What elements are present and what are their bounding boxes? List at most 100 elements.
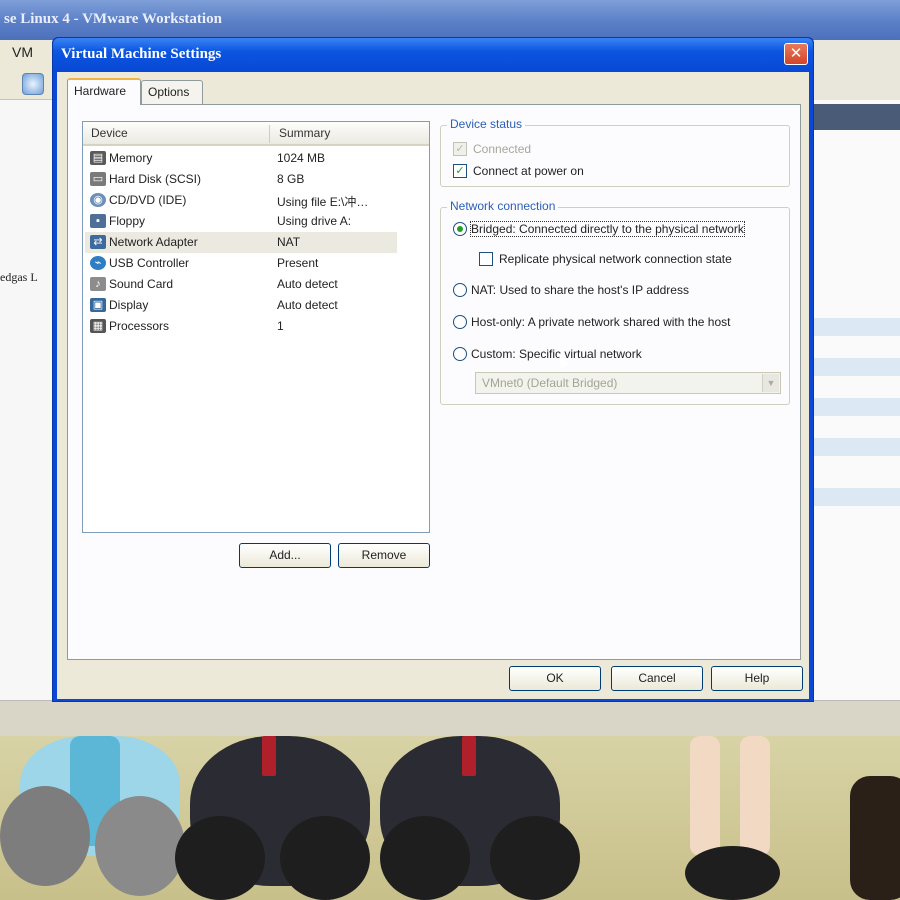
memory-icon: ▤ <box>90 151 106 165</box>
close-button[interactable]: ✕ <box>784 43 808 65</box>
connect-at-power-on-label: Connect at power on <box>473 164 584 178</box>
connect-at-power-on-checkbox[interactable]: ✓ <box>453 164 467 178</box>
vm-settings-dialog: Virtual Machine Settings ✕ Hardware Opti… <box>52 37 814 702</box>
remove-button[interactable]: Remove <box>338 543 430 568</box>
nat-label[interactable]: NAT: Used to share the host's IP address <box>471 283 689 297</box>
device-summary: Using file E:\冲… <box>277 195 369 209</box>
close-icon: ✕ <box>789 45 803 62</box>
background-row <box>812 398 900 416</box>
menu-vm[interactable]: VM <box>12 44 33 60</box>
replicate-state-label: Replicate physical network connection st… <box>499 252 732 266</box>
bridged-label[interactable]: Bridged: Connected directly to the physi… <box>470 221 745 237</box>
dialog-title: Virtual Machine Settings <box>61 46 222 62</box>
floppy-icon: ▪ <box>90 214 106 228</box>
device-name: Network Adapter <box>109 235 198 249</box>
ok-button-label: OK <box>546 671 564 685</box>
device-summary: Present <box>277 256 319 270</box>
device-summary: Auto detect <box>277 298 338 312</box>
host-only-radio[interactable] <box>453 315 467 329</box>
desktop-wallpaper <box>0 736 900 900</box>
background-sidebar: edgas L <box>0 100 55 700</box>
device-status-group: Device status ✓ Connected ✓ Connect at p… <box>440 117 790 187</box>
dialog-title-bar[interactable]: Virtual Machine Settings ✕ <box>53 38 813 72</box>
background-row <box>812 438 900 456</box>
column-header-device[interactable]: Device <box>91 126 128 140</box>
tab-options[interactable]: Options <box>141 80 203 104</box>
cd-dvd-icon: ◉ <box>90 193 106 207</box>
network-adapter-icon: ⇄ <box>90 235 106 249</box>
custom-network-select[interactable]: VMnet0 (Default Bridged) ▼ <box>475 372 781 394</box>
background-content-header <box>812 104 900 130</box>
cancel-button-label: Cancel <box>638 671 676 685</box>
device-name: CD/DVD (IDE) <box>109 193 187 207</box>
device-status-title: Device status <box>447 117 526 131</box>
background-title-bar: se Linux 4 - VMware Workstation <box>0 0 900 40</box>
nat-radio[interactable] <box>453 283 467 297</box>
device-row-processors[interactable]: ▦ Processors 1 <box>85 316 397 337</box>
column-header-summary[interactable]: Summary <box>279 126 330 140</box>
device-list[interactable]: Device Summary ▤ Memory 1024 MB ▭ Hard D… <box>82 121 430 533</box>
column-divider[interactable] <box>269 125 270 143</box>
custom-radio[interactable] <box>453 347 467 361</box>
device-row-floppy[interactable]: ▪ Floppy Using drive A: <box>85 211 397 232</box>
device-row-sound-card[interactable]: ♪ Sound Card Auto detect <box>85 274 397 295</box>
background-row <box>812 488 900 506</box>
processor-icon: ▦ <box>90 319 106 333</box>
connected-checkbox[interactable]: ✓ <box>453 142 467 156</box>
host-only-label[interactable]: Host-only: A private network shared with… <box>471 315 730 329</box>
sidebar-item[interactable]: edgas L <box>0 270 38 285</box>
device-row-cd-dvd[interactable]: ◉ CD/DVD (IDE) Using file E:\冲… <box>85 190 397 211</box>
tab-label: Hardware <box>74 84 127 98</box>
background-menu-bar: VM <box>0 40 60 68</box>
ok-button[interactable]: OK <box>509 666 601 691</box>
network-connection-title: Network connection <box>447 199 559 213</box>
add-button-label: Add... <box>269 548 301 562</box>
hardware-panel: Device Summary ▤ Memory 1024 MB ▭ Hard D… <box>67 104 801 660</box>
device-row-memory[interactable]: ▤ Memory 1024 MB <box>85 148 397 169</box>
dialog-body: Hardware Options Device Summary ▤ Memory… <box>57 72 809 699</box>
device-list-header: Device Summary <box>83 122 429 146</box>
power-icon[interactable] <box>22 73 44 95</box>
replicate-state-checkbox[interactable] <box>479 252 493 266</box>
device-summary: Auto detect <box>277 277 338 291</box>
device-name: Processors <box>109 319 170 333</box>
display-icon: ▣ <box>90 298 106 312</box>
remove-button-label: Remove <box>361 548 407 562</box>
device-name: USB Controller <box>109 256 190 270</box>
help-button[interactable]: Help <box>711 666 803 691</box>
sound-card-icon: ♪ <box>90 277 106 291</box>
background-status-bar <box>0 700 900 736</box>
device-row-hard-disk[interactable]: ▭ Hard Disk (SCSI) 8 GB <box>85 169 397 190</box>
device-row-network-adapter[interactable]: ⇄ Network Adapter NAT <box>85 232 397 253</box>
network-connection-group: Network connection Bridged: Connected di… <box>440 199 790 405</box>
device-summary: 1 <box>277 319 284 333</box>
add-button[interactable]: Add... <box>239 543 331 568</box>
check-icon: ✓ <box>455 165 465 177</box>
background-row <box>812 358 900 376</box>
connected-label: Connected <box>473 142 532 156</box>
custom-network-value: VMnet0 (Default Bridged) <box>482 376 618 390</box>
device-name: Display <box>109 298 149 312</box>
background-window-title: se Linux 4 - VMware Workstation <box>4 11 222 27</box>
device-summary: Using drive A: <box>277 214 352 228</box>
device-row-display[interactable]: ▣ Display Auto detect <box>85 295 397 316</box>
device-name: Sound Card <box>109 277 174 291</box>
check-icon: ✓ <box>455 143 465 155</box>
device-row-usb-controller[interactable]: ⌁ USB Controller Present <box>85 253 397 274</box>
background-toolbar <box>0 68 60 100</box>
tab-label: Options <box>148 85 190 99</box>
bridged-radio[interactable] <box>453 222 467 236</box>
cancel-button[interactable]: Cancel <box>611 666 703 691</box>
hard-disk-icon: ▭ <box>90 172 106 186</box>
device-summary: NAT <box>277 235 301 249</box>
device-name: Hard Disk (SCSI) <box>109 172 202 186</box>
device-summary: 1024 MB <box>277 151 326 165</box>
device-summary: 8 GB <box>277 172 305 186</box>
tab-hardware[interactable]: Hardware <box>67 78 141 105</box>
device-name: Floppy <box>109 214 146 228</box>
usb-icon: ⌁ <box>90 256 106 270</box>
device-name: Memory <box>109 151 153 165</box>
background-row <box>812 318 900 336</box>
help-button-label: Help <box>744 671 770 685</box>
chevron-down-icon[interactable]: ▼ <box>762 374 779 392</box>
